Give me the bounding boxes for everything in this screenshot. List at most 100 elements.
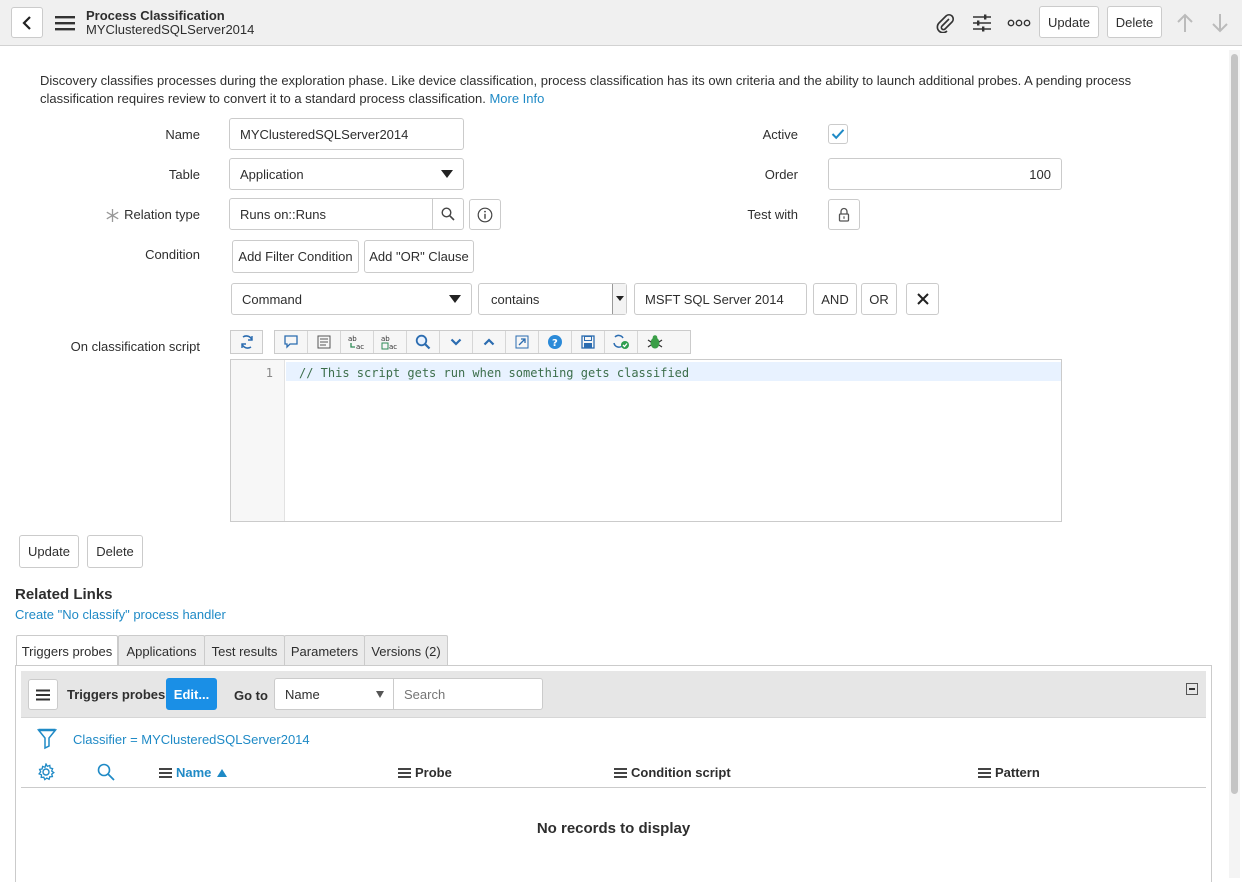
page-scrollbar-track[interactable]: [1229, 50, 1240, 878]
column-header-condition-script[interactable]: Condition script: [614, 765, 731, 780]
script-debugger-icon[interactable]: [638, 331, 671, 353]
test-with-label: Test with: [747, 207, 798, 222]
next-record-icon[interactable]: [1209, 11, 1231, 35]
svg-text:ac: ac: [356, 343, 364, 350]
format-code-icon[interactable]: [308, 331, 341, 353]
column-menu-icon[interactable]: [159, 767, 172, 778]
edit-button[interactable]: Edit...: [166, 678, 217, 710]
list-context-menu-button[interactable]: [28, 679, 58, 710]
test-with-lock-button[interactable]: [828, 199, 860, 230]
remove-condition-button[interactable]: [906, 283, 939, 315]
chevron-down-icon: [441, 170, 453, 178]
relation-type-field[interactable]: [229, 198, 433, 230]
tab-test-results[interactable]: Test results: [204, 635, 285, 666]
operator-dropdown-arrow: [612, 284, 626, 314]
tab-applications[interactable]: Applications: [118, 635, 205, 666]
related-links-heading: Related Links: [15, 586, 113, 603]
more-options-icon[interactable]: [1006, 13, 1032, 33]
gear-icon[interactable]: [36, 762, 56, 782]
filter-breadcrumb[interactable]: Classifier = MYClusteredSQLServer2014: [73, 732, 310, 747]
condition-label: Condition: [145, 247, 200, 262]
condition-field-select[interactable]: Command: [231, 283, 472, 315]
collapse-icon[interactable]: [1186, 683, 1198, 695]
search-icon[interactable]: [96, 762, 116, 782]
active-label: Active: [762, 127, 798, 142]
order-field[interactable]: [828, 158, 1062, 190]
goto-field-value: Name: [285, 686, 320, 702]
comment-icon[interactable]: [275, 331, 308, 353]
chevron-down-icon: [376, 691, 384, 698]
line-number: 1: [265, 366, 273, 380]
lock-icon: [838, 207, 850, 222]
more-info-link[interactable]: More Info: [489, 91, 544, 106]
column-header-probe[interactable]: Probe: [398, 765, 452, 780]
column-header-divider: [21, 787, 1206, 788]
condition-field-value: Command: [242, 291, 302, 307]
column-menu-icon[interactable]: [614, 767, 627, 778]
replace-icon[interactable]: ab ac: [341, 331, 374, 353]
menu-icon[interactable]: [54, 13, 76, 33]
description-text: Discovery classifies processes during th…: [40, 73, 1132, 106]
personalize-icon[interactable]: [970, 11, 994, 35]
replace-all-icon[interactable]: ab ac: [374, 331, 407, 353]
goto-field-select[interactable]: Name: [274, 678, 394, 710]
script-toggle-icon[interactable]: [231, 331, 262, 353]
relation-info-button[interactable]: [469, 199, 501, 230]
previous-record-icon[interactable]: [1174, 11, 1196, 35]
fullscreen-icon[interactable]: [506, 331, 539, 353]
add-filter-condition-button[interactable]: Add Filter Condition: [232, 240, 359, 273]
filter-icon[interactable]: [36, 727, 58, 751]
table-select[interactable]: Application: [229, 158, 464, 190]
tab-versions[interactable]: Versions (2): [364, 635, 448, 666]
page-scrollbar-thumb[interactable]: [1231, 54, 1238, 794]
paperclip-icon[interactable]: [934, 12, 956, 34]
update-button[interactable]: Update: [19, 535, 79, 568]
name-label: Name: [165, 127, 200, 142]
chevron-down-icon: [449, 295, 461, 303]
relation-type-label: Relation type: [124, 207, 200, 222]
column-header-pattern[interactable]: Pattern: [978, 765, 1040, 780]
column-menu-icon[interactable]: [978, 767, 991, 778]
table-select-value: Application: [240, 166, 304, 182]
header-update-button[interactable]: Update: [1039, 6, 1099, 38]
empty-list-message: No records to display: [536, 820, 691, 837]
collapse-minus: [1189, 688, 1195, 690]
tab-triggers-probes[interactable]: Triggers probes: [16, 635, 118, 667]
column-header-name[interactable]: Name: [159, 765, 228, 780]
condition-operator-value: contains: [491, 291, 540, 307]
search-icon: [441, 207, 455, 221]
condition-or-button[interactable]: OR: [861, 283, 897, 315]
find-next-icon[interactable]: [440, 331, 473, 353]
name-field[interactable]: [229, 118, 464, 150]
find-previous-icon[interactable]: [473, 331, 506, 353]
tab-parameters[interactable]: Parameters: [284, 635, 365, 666]
condition-operator-select[interactable]: contains: [478, 283, 627, 315]
relation-lookup-button[interactable]: [432, 198, 464, 230]
menu-icon: [36, 689, 50, 700]
column-condition-script-label: Condition script: [631, 765, 731, 780]
condition-value-field[interactable]: [634, 283, 807, 315]
column-name-label: Name: [176, 765, 212, 780]
search-icon[interactable]: [407, 331, 440, 353]
script-editor[interactable]: 1 // This script gets run when something…: [230, 359, 1062, 522]
active-checkbox[interactable]: [828, 124, 848, 144]
sort-ascending-icon: [217, 768, 228, 777]
form-subtitle: MYClusteredSQLServer2014: [86, 22, 255, 37]
svg-text:?: ?: [552, 338, 558, 349]
back-button[interactable]: [11, 7, 43, 38]
chevron-down-icon: [616, 296, 624, 301]
column-menu-icon[interactable]: [398, 767, 411, 778]
syntax-check-icon[interactable]: [605, 331, 638, 353]
order-label: Order: [764, 167, 798, 182]
condition-and-button[interactable]: AND: [813, 283, 857, 315]
header-delete-button[interactable]: Delete: [1107, 6, 1162, 38]
add-or-clause-button[interactable]: Add "OR" Clause: [364, 240, 474, 273]
table-label: Table: [168, 167, 200, 182]
help-icon[interactable]: ?: [539, 331, 572, 353]
no-classify-handler-link[interactable]: Create "No classify" process handler: [15, 607, 226, 622]
list-search-input[interactable]: [393, 678, 543, 710]
save-icon[interactable]: [572, 331, 605, 353]
delete-button[interactable]: Delete: [87, 535, 143, 568]
script-code[interactable]: // This script gets run when something g…: [299, 366, 689, 380]
script-toggle-toolbar: [230, 330, 263, 354]
